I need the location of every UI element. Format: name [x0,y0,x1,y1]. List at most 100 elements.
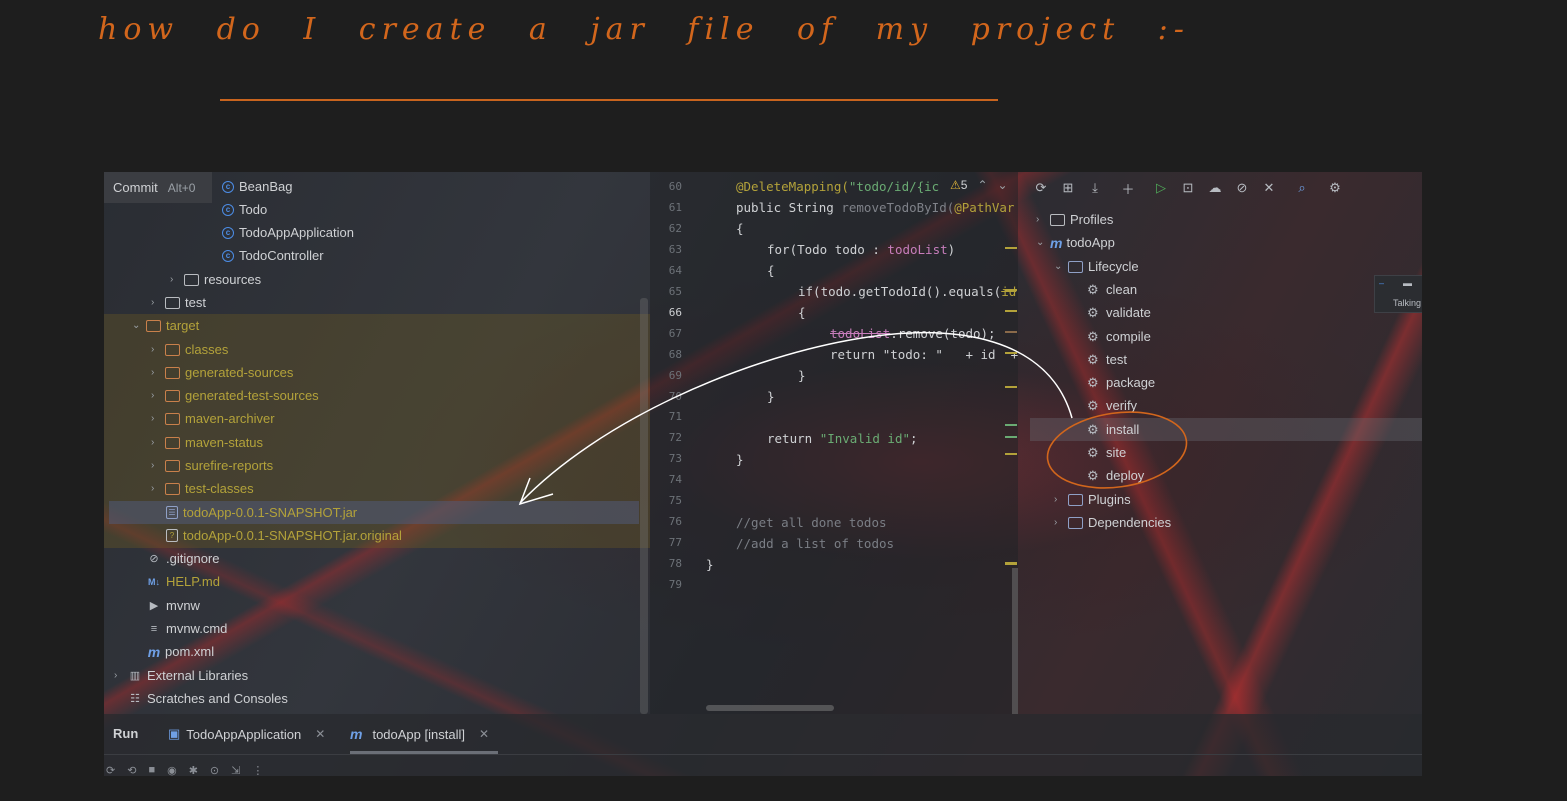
execute-goal-icon[interactable]: ⊡ [1179,178,1197,198]
collapse-icon[interactable]: ✕ [1260,178,1278,198]
code-line-60: @DeleteMapping("todo/id/{ic [736,179,939,194]
close-icon[interactable]: ✕ [315,727,325,741]
code-line-70: } [767,389,775,404]
chevron-down-icon[interactable]: ⌄ [1036,237,1050,248]
chevron-down-icon[interactable]: ⌄ [1054,261,1068,272]
stop-icon[interactable]: ■ [148,764,155,776]
warning-badge[interactable]: ⚠5 ⌃ ⌄ [950,178,1008,192]
eye-icon[interactable]: ◉ [167,764,177,776]
code-token: "todo/id/{ic [848,179,940,194]
tree-item-todocontroller[interactable]: c TodoController [222,244,324,267]
download-icon[interactable]: ⤓ [1086,178,1104,198]
chevron-right-icon[interactable]: › [1054,517,1068,528]
screenshot-icon[interactable]: ⊙ [210,764,219,776]
tree-item-todo[interactable]: c Todo [222,198,267,221]
folder-icon [146,319,161,332]
handwritten-question: how do I create a jar file of my project… [98,12,1190,47]
skip-tests-icon[interactable]: ⊘ [1233,178,1251,198]
tree-item-gitignore[interactable]: ⊘ .gitignore [147,547,219,570]
phase-deploy[interactable]: ⚙ deploy [1087,464,1144,487]
run-tab-todoappapplication[interactable]: ▣ TodoAppApplication ✕ [168,726,325,742]
chevron-right-icon[interactable]: › [151,437,165,448]
chevron-right-icon[interactable]: › [151,483,165,494]
line-number: 62 [668,222,682,235]
run-tab-todoapp-install[interactable]: m todoApp [install] ✕ [350,726,489,742]
reload-icon[interactable]: ⟳ [1032,178,1050,198]
tree-item-scratches[interactable]: ☷ Scratches and Consoles [128,687,288,710]
phase-verify[interactable]: ⚙ verify [1087,394,1137,417]
close-icon[interactable]: ✕ [479,727,489,741]
gear-icon: ⚙ [1087,351,1099,367]
tree-item-beanbag[interactable]: c BeanBag [222,175,293,198]
rerun-failed-icon[interactable]: ⟲ [127,764,136,776]
chevron-up-icon[interactable]: ⌃ [977,178,987,192]
run-icon[interactable]: ▷ [1152,178,1170,198]
rerun-icon[interactable]: ⟳ [106,764,115,776]
tree-item-generated-sources[interactable]: › generated-sources [151,361,293,384]
tree-item-help-md[interactable]: M↓ HELP.md [147,570,220,593]
offline-icon[interactable]: ☁ [1206,178,1224,198]
phase-label: install [1106,422,1140,437]
change-marker [1005,331,1017,333]
tree-item-maven-status[interactable]: › maven-status [151,431,263,454]
tree-item-classes[interactable]: › classes [151,338,228,361]
tree-item-resources[interactable]: › resources [170,268,261,291]
chevron-right-icon[interactable]: › [114,670,128,681]
chevron-right-icon[interactable]: › [1054,494,1068,505]
maven-plugins[interactable]: › Plugins [1054,488,1131,511]
tree-item-external-libraries[interactable]: › ▥ External Libraries [114,664,248,687]
tree-item-label: External Libraries [147,668,249,683]
restore-layout-icon[interactable]: ⇲ [231,764,240,776]
phase-compile[interactable]: ⚙ compile [1087,325,1151,348]
chevron-down-icon[interactable]: ⌄ [998,178,1008,192]
tree-item-surefire-reports[interactable]: › surefire-reports [151,454,273,477]
tree-item-generated-test-sources[interactable]: › generated-test-sources [151,384,319,407]
chevron-right-icon[interactable]: › [151,460,165,471]
chevron-down-icon[interactable]: ⌄ [132,320,146,331]
chevron-right-icon[interactable]: › [170,274,184,285]
phase-package[interactable]: ⚙ package [1087,371,1155,394]
maven-lifecycle[interactable]: ⌄ Lifecycle [1054,255,1139,278]
tree-item-mvnw-cmd[interactable]: ≡ mvnw.cmd [147,617,228,640]
chevron-right-icon[interactable]: › [151,297,165,308]
chevron-right-icon[interactable]: › [151,344,165,355]
tree-item-pom-xml[interactable]: m pom.xml [147,640,214,663]
add-project-icon[interactable]: ⊞ [1059,178,1077,198]
tree-item-maven-archiver[interactable]: › maven-archiver [151,407,275,430]
project-scrollbar[interactable] [640,298,648,714]
tree-item-jar-file[interactable]: ☰ todoApp-0.0.1-SNAPSHOT.jar [166,501,357,524]
editor-horizontal-scrollbar[interactable] [706,705,834,711]
chevron-right-icon[interactable]: › [1036,214,1050,225]
tree-item-target[interactable]: ⌄ target [132,314,199,337]
code-token: if(todo.getTodoId().equals( [798,284,1002,299]
tree-item-mvnw[interactable]: ▶ mvnw [147,594,200,617]
more-options-icon[interactable]: ⋮ [252,764,263,776]
phase-validate[interactable]: ⚙ validate [1087,301,1151,324]
tree-item-jar-original[interactable]: ? todoApp-0.0.1-SNAPSHOT.jar.original [166,524,402,547]
maven-profiles[interactable]: › Profiles [1036,208,1113,231]
tree-item-todoappapplication[interactable]: c TodoAppApplication [222,221,354,244]
chevron-right-icon[interactable]: › [151,367,165,378]
phase-test[interactable]: ⚙ test [1087,348,1127,371]
maven-project[interactable]: ⌄ m todoApp [1036,231,1115,254]
chevron-right-icon[interactable]: › [151,413,165,424]
commit-tab[interactable]: Commit Alt+0 [104,172,212,203]
analyze-icon[interactable]: ⌕ [1293,178,1311,198]
phase-clean[interactable]: ⚙ clean [1087,278,1137,301]
phase-site[interactable]: ⚙ site [1087,441,1126,464]
settings-gear-icon[interactable]: ⚙ [1326,178,1344,198]
plus-icon[interactable]: ＋ [1119,178,1137,198]
phase-label: validate [1106,305,1151,320]
phase-install[interactable]: ⚙ install [1087,418,1139,441]
chevron-right-icon[interactable]: › [151,390,165,401]
tree-item-test-classes[interactable]: › test-classes [151,477,254,500]
tree-item-label: target [166,318,200,333]
folder-icon [165,482,180,495]
debug-icon[interactable]: ✱ [189,764,198,776]
tree-item-test[interactable]: › test [151,291,206,314]
maven-dependencies[interactable]: › Dependencies [1054,511,1171,534]
phase-label: deploy [1106,468,1145,483]
code-line-72: return "Invalid id"; [767,431,918,446]
code-editor[interactable]: 60 61 62 63 64 65 66 67 68 69 71 70 72 7… [650,172,1018,714]
change-marker [1005,247,1017,249]
